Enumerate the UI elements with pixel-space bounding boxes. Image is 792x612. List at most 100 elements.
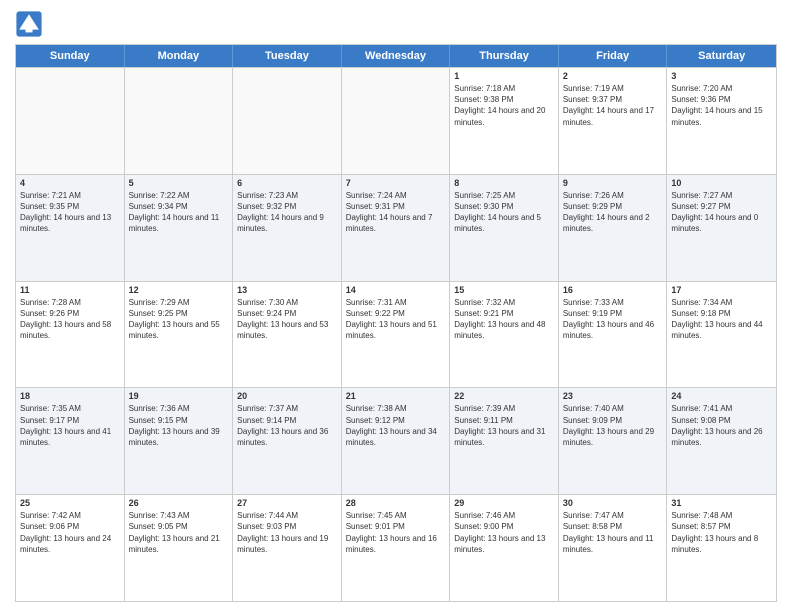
day-info: Sunrise: 7:41 AM Sunset: 9:08 PM Dayligh… [671,403,772,448]
page: SundayMondayTuesdayWednesdayThursdayFrid… [0,0,792,612]
day-info: Sunrise: 7:37 AM Sunset: 9:14 PM Dayligh… [237,403,337,448]
day-cell-8: 8 Sunrise: 7:25 AM Sunset: 9:30 PM Daylig… [450,175,559,281]
day-info: Sunrise: 7:40 AM Sunset: 9:09 PM Dayligh… [563,403,663,448]
day-info: Sunrise: 7:31 AM Sunset: 9:22 PM Dayligh… [346,297,446,342]
calendar-week-3: 11 Sunrise: 7:28 AM Sunset: 9:26 PM Dayli… [16,281,776,388]
day-cell-10: 10 Sunrise: 7:27 AM Sunset: 9:27 PM Dayli… [667,175,776,281]
day-cell-4: 4 Sunrise: 7:21 AM Sunset: 9:35 PM Daylig… [16,175,125,281]
day-number: 21 [346,391,446,401]
day-cell-9: 9Sunrise: 7:26 AM Sunset: 9:29 PM Daylig… [559,175,668,281]
day-info: Sunrise: 7:27 AM Sunset: 9:27 PM Dayligh… [671,190,772,235]
header-cell-monday: Monday [125,45,234,67]
header-cell-sunday: Sunday [16,45,125,67]
day-info: Sunrise: 7:32 AM Sunset: 9:21 PM Dayligh… [454,297,554,342]
day-cell-13: 13 Sunrise: 7:30 AM Sunset: 9:24 PM Dayli… [233,282,342,388]
header-cell-tuesday: Tuesday [233,45,342,67]
day-number: 11 [20,285,120,295]
day-number: 28 [346,498,446,508]
day-number: 1 [454,71,554,81]
day-cell-6: 6 Sunrise: 7:23 AM Sunset: 9:32 PM Daylig… [233,175,342,281]
day-info: Sunrise: 7:48 AM Sunset: 8:57 PM Dayligh… [671,510,772,555]
day-number: 29 [454,498,554,508]
day-cell-20: 20Sunrise: 7:37 AM Sunset: 9:14 PM Dayli… [233,388,342,494]
day-info: Sunrise: 7:20 AM Sunset: 9:36 PM Dayligh… [671,83,772,128]
day-info: Sunrise: 7:18 AM Sunset: 9:38 PM Dayligh… [454,83,554,128]
day-cell-11: 11 Sunrise: 7:28 AM Sunset: 9:26 PM Dayli… [16,282,125,388]
day-number: 15 [454,285,554,295]
day-info: Sunrise: 7:46 AM Sunset: 9:00 PM Dayligh… [454,510,554,555]
day-cell-25: 25 Sunrise: 7:42 AM Sunset: 9:06 PM Dayli… [16,495,125,601]
empty-cell [342,68,451,174]
day-number: 31 [671,498,772,508]
day-info: Sunrise: 7:22 AM Sunset: 9:34 PM Dayligh… [129,190,229,235]
day-number: 30 [563,498,663,508]
day-cell-17: 17 Sunrise: 7:34 AM Sunset: 9:18 PM Dayli… [667,282,776,388]
day-cell-12: 12 Sunrise: 7:29 AM Sunset: 9:25 PM Dayli… [125,282,234,388]
calendar-body: 1 Sunrise: 7:18 AM Sunset: 9:38 PM Daylig… [16,67,776,601]
empty-cell [125,68,234,174]
day-number: 24 [671,391,772,401]
day-info: Sunrise: 7:25 AM Sunset: 9:30 PM Dayligh… [454,190,554,235]
calendar-header: SundayMondayTuesdayWednesdayThursdayFrid… [16,45,776,67]
day-number: 17 [671,285,772,295]
day-cell-14: 14 Sunrise: 7:31 AM Sunset: 9:22 PM Dayli… [342,282,451,388]
day-info: Sunrise: 7:21 AM Sunset: 9:35 PM Dayligh… [20,190,120,235]
day-number: 3 [671,71,772,81]
day-number: 6 [237,178,337,188]
day-cell-27: 27 Sunrise: 7:44 AM Sunset: 9:03 PM Dayli… [233,495,342,601]
header [15,10,777,38]
day-cell-21: 21 Sunrise: 7:38 AM Sunset: 9:12 PM Dayli… [342,388,451,494]
day-cell-3: 3 Sunrise: 7:20 AM Sunset: 9:36 PM Daylig… [667,68,776,174]
day-cell-18: 18 Sunrise: 7:35 AM Sunset: 9:17 PM Dayli… [16,388,125,494]
day-cell-23: 23 Sunrise: 7:40 AM Sunset: 9:09 PM Dayli… [559,388,668,494]
calendar-week-2: 4 Sunrise: 7:21 AM Sunset: 9:35 PM Daylig… [16,174,776,281]
day-number: 23 [563,391,663,401]
day-info: Sunrise: 7:28 AM Sunset: 9:26 PM Dayligh… [20,297,120,342]
day-info: Sunrise: 7:23 AM Sunset: 9:32 PM Dayligh… [237,190,337,235]
day-number: 27 [237,498,337,508]
day-number: 7 [346,178,446,188]
day-cell-22: 22 Sunrise: 7:39 AM Sunset: 9:11 PM Dayli… [450,388,559,494]
day-number: 18 [20,391,120,401]
day-info: Sunrise: 7:36 AM Sunset: 9:15 PM Dayligh… [129,403,229,448]
day-number: 8 [454,178,554,188]
day-info: Sunrise: 7:33 AM Sunset: 9:19 PM Dayligh… [563,297,663,342]
empty-cell [16,68,125,174]
day-cell-24: 24 Sunrise: 7:41 AM Sunset: 9:08 PM Dayli… [667,388,776,494]
day-cell-2: 2Sunrise: 7:19 AM Sunset: 9:37 PM Daylig… [559,68,668,174]
day-info: Sunrise: 7:47 AM Sunset: 8:58 PM Dayligh… [563,510,663,555]
day-cell-29: 29 Sunrise: 7:46 AM Sunset: 9:00 PM Dayli… [450,495,559,601]
day-cell-15: 15 Sunrise: 7:32 AM Sunset: 9:21 PM Dayli… [450,282,559,388]
day-info: Sunrise: 7:42 AM Sunset: 9:06 PM Dayligh… [20,510,120,555]
day-cell-31: 31 Sunrise: 7:48 AM Sunset: 8:57 PM Dayli… [667,495,776,601]
day-number: 13 [237,285,337,295]
calendar-week-1: 1 Sunrise: 7:18 AM Sunset: 9:38 PM Daylig… [16,67,776,174]
calendar: SundayMondayTuesdayWednesdayThursdayFrid… [15,44,777,602]
calendar-week-4: 18 Sunrise: 7:35 AM Sunset: 9:17 PM Dayli… [16,387,776,494]
day-info: Sunrise: 7:43 AM Sunset: 9:05 PM Dayligh… [129,510,229,555]
header-cell-friday: Friday [559,45,668,67]
day-number: 19 [129,391,229,401]
day-number: 12 [129,285,229,295]
day-info: Sunrise: 7:30 AM Sunset: 9:24 PM Dayligh… [237,297,337,342]
day-info: Sunrise: 7:29 AM Sunset: 9:25 PM Dayligh… [129,297,229,342]
day-cell-1: 1 Sunrise: 7:18 AM Sunset: 9:38 PM Daylig… [450,68,559,174]
day-number: 22 [454,391,554,401]
day-info: Sunrise: 7:35 AM Sunset: 9:17 PM Dayligh… [20,403,120,448]
header-cell-saturday: Saturday [667,45,776,67]
day-number: 16 [563,285,663,295]
day-number: 25 [20,498,120,508]
day-number: 9 [563,178,663,188]
day-number: 4 [20,178,120,188]
day-cell-7: 7Sunrise: 7:24 AM Sunset: 9:31 PM Daylig… [342,175,451,281]
day-info: Sunrise: 7:38 AM Sunset: 9:12 PM Dayligh… [346,403,446,448]
day-info: Sunrise: 7:39 AM Sunset: 9:11 PM Dayligh… [454,403,554,448]
day-cell-28: 28Sunrise: 7:45 AM Sunset: 9:01 PM Dayli… [342,495,451,601]
day-info: Sunrise: 7:34 AM Sunset: 9:18 PM Dayligh… [671,297,772,342]
day-cell-16: 16 Sunrise: 7:33 AM Sunset: 9:19 PM Dayli… [559,282,668,388]
day-number: 5 [129,178,229,188]
header-cell-wednesday: Wednesday [342,45,451,67]
day-info: Sunrise: 7:44 AM Sunset: 9:03 PM Dayligh… [237,510,337,555]
day-number: 10 [671,178,772,188]
day-number: 14 [346,285,446,295]
